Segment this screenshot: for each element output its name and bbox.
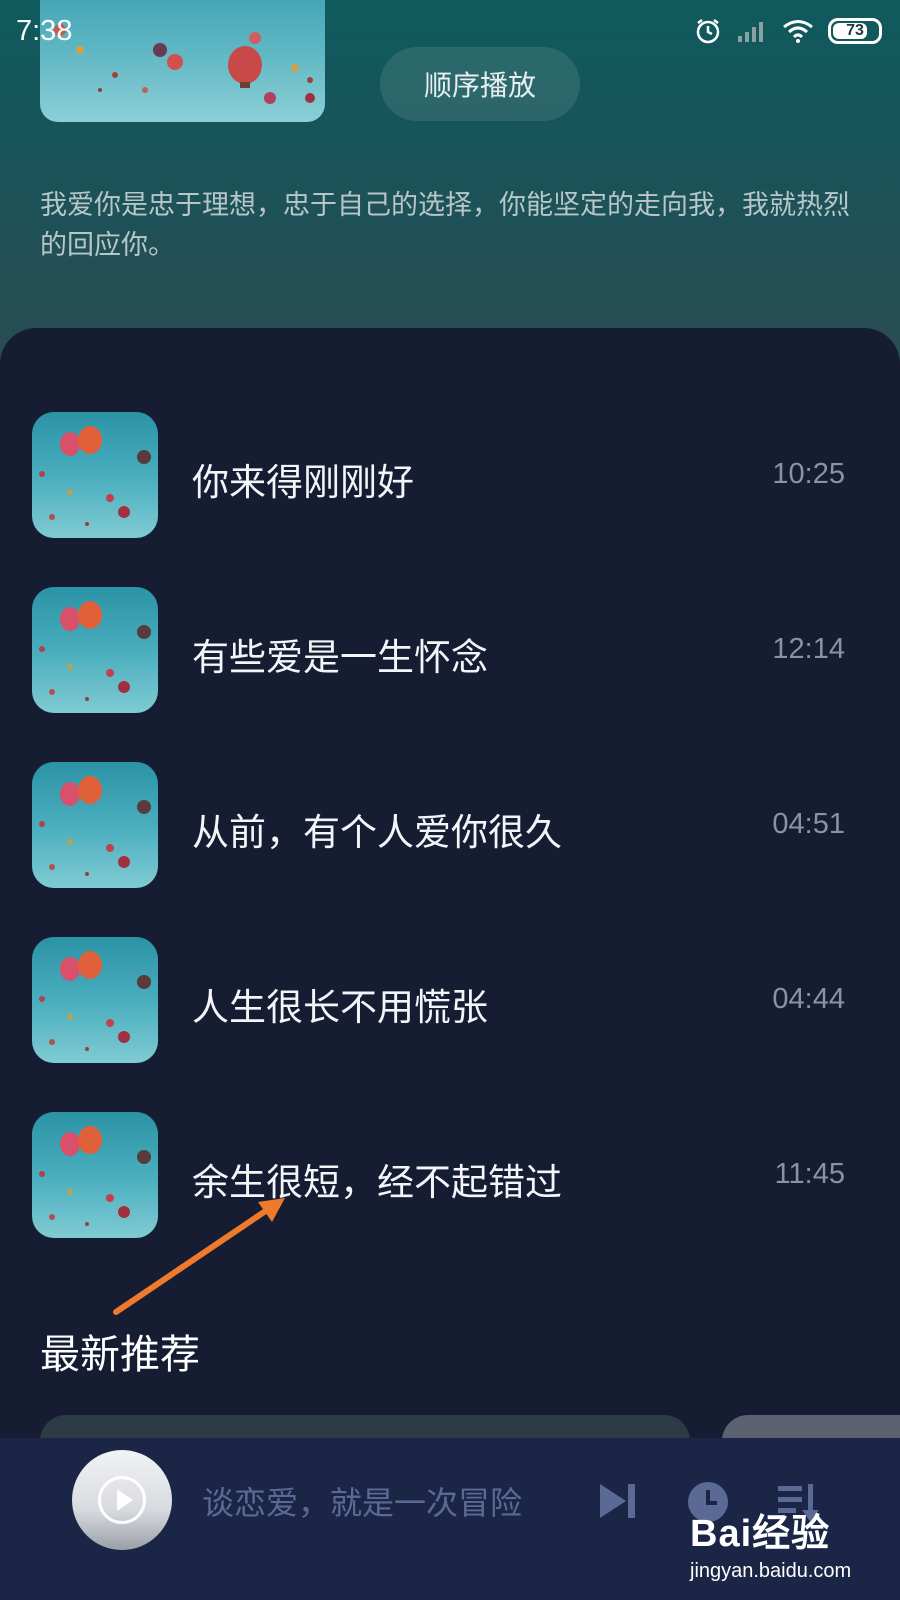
wifi-icon — [783, 20, 813, 43]
song-duration: 12:14 — [772, 633, 845, 665]
song-thumbnail — [32, 937, 158, 1063]
annotation-label: 最新推荐 — [40, 1332, 200, 1378]
annotation-arrow — [113, 1198, 285, 1315]
now-playing-cover[interactable] — [72, 1450, 172, 1550]
song-row[interactable]: 人生很长不用慌张 04:44 — [0, 937, 900, 1063]
song-duration: 04:51 — [772, 808, 845, 840]
status-bar: 7:38 73 — [0, 0, 900, 62]
watermark-url: jingyan.baidu.com — [690, 1560, 852, 1582]
battery-level: 73 — [846, 22, 864, 39]
song-duration: 04:44 — [772, 983, 845, 1015]
status-icons: 73 — [694, 17, 882, 45]
now-playing-title[interactable]: 谈恋爱，就是一次冒险 — [202, 1478, 522, 1524]
song-duration: 11:45 — [774, 1158, 845, 1190]
song-row[interactable]: 有些爱是一生怀念 12:14 — [0, 587, 900, 713]
song-thumbnail — [32, 762, 158, 888]
playlist-description: 我爱你是忠于理想，忠于自己的选择，你能坚定的走向我，我就热烈的回应你。 — [40, 190, 850, 261]
battery-icon: 73 — [828, 18, 882, 44]
song-title: 你来得刚刚好 — [192, 461, 414, 504]
next-track-icon[interactable] — [598, 1482, 638, 1520]
signal-icon — [738, 22, 763, 42]
song-thumbnail — [32, 587, 158, 713]
song-title: 从前，有个人爱你很久 — [192, 811, 562, 854]
song-row[interactable]: 从前，有个人爱你很久 04:51 — [0, 762, 900, 888]
status-time: 7:38 — [16, 14, 73, 47]
alarm-icon — [696, 19, 720, 44]
song-duration: 10:25 — [772, 458, 845, 490]
song-title: 人生很长不用慌张 — [192, 986, 488, 1029]
song-title: 有些爱是一生怀念 — [192, 636, 488, 679]
song-row[interactable]: 你来得刚刚好 10:25 — [0, 412, 900, 538]
song-thumbnail — [32, 412, 158, 538]
watermark-logo: Bai经验 — [690, 1513, 831, 1555]
watermark: Bai经验 jingyan.baidu.com — [690, 1502, 890, 1592]
